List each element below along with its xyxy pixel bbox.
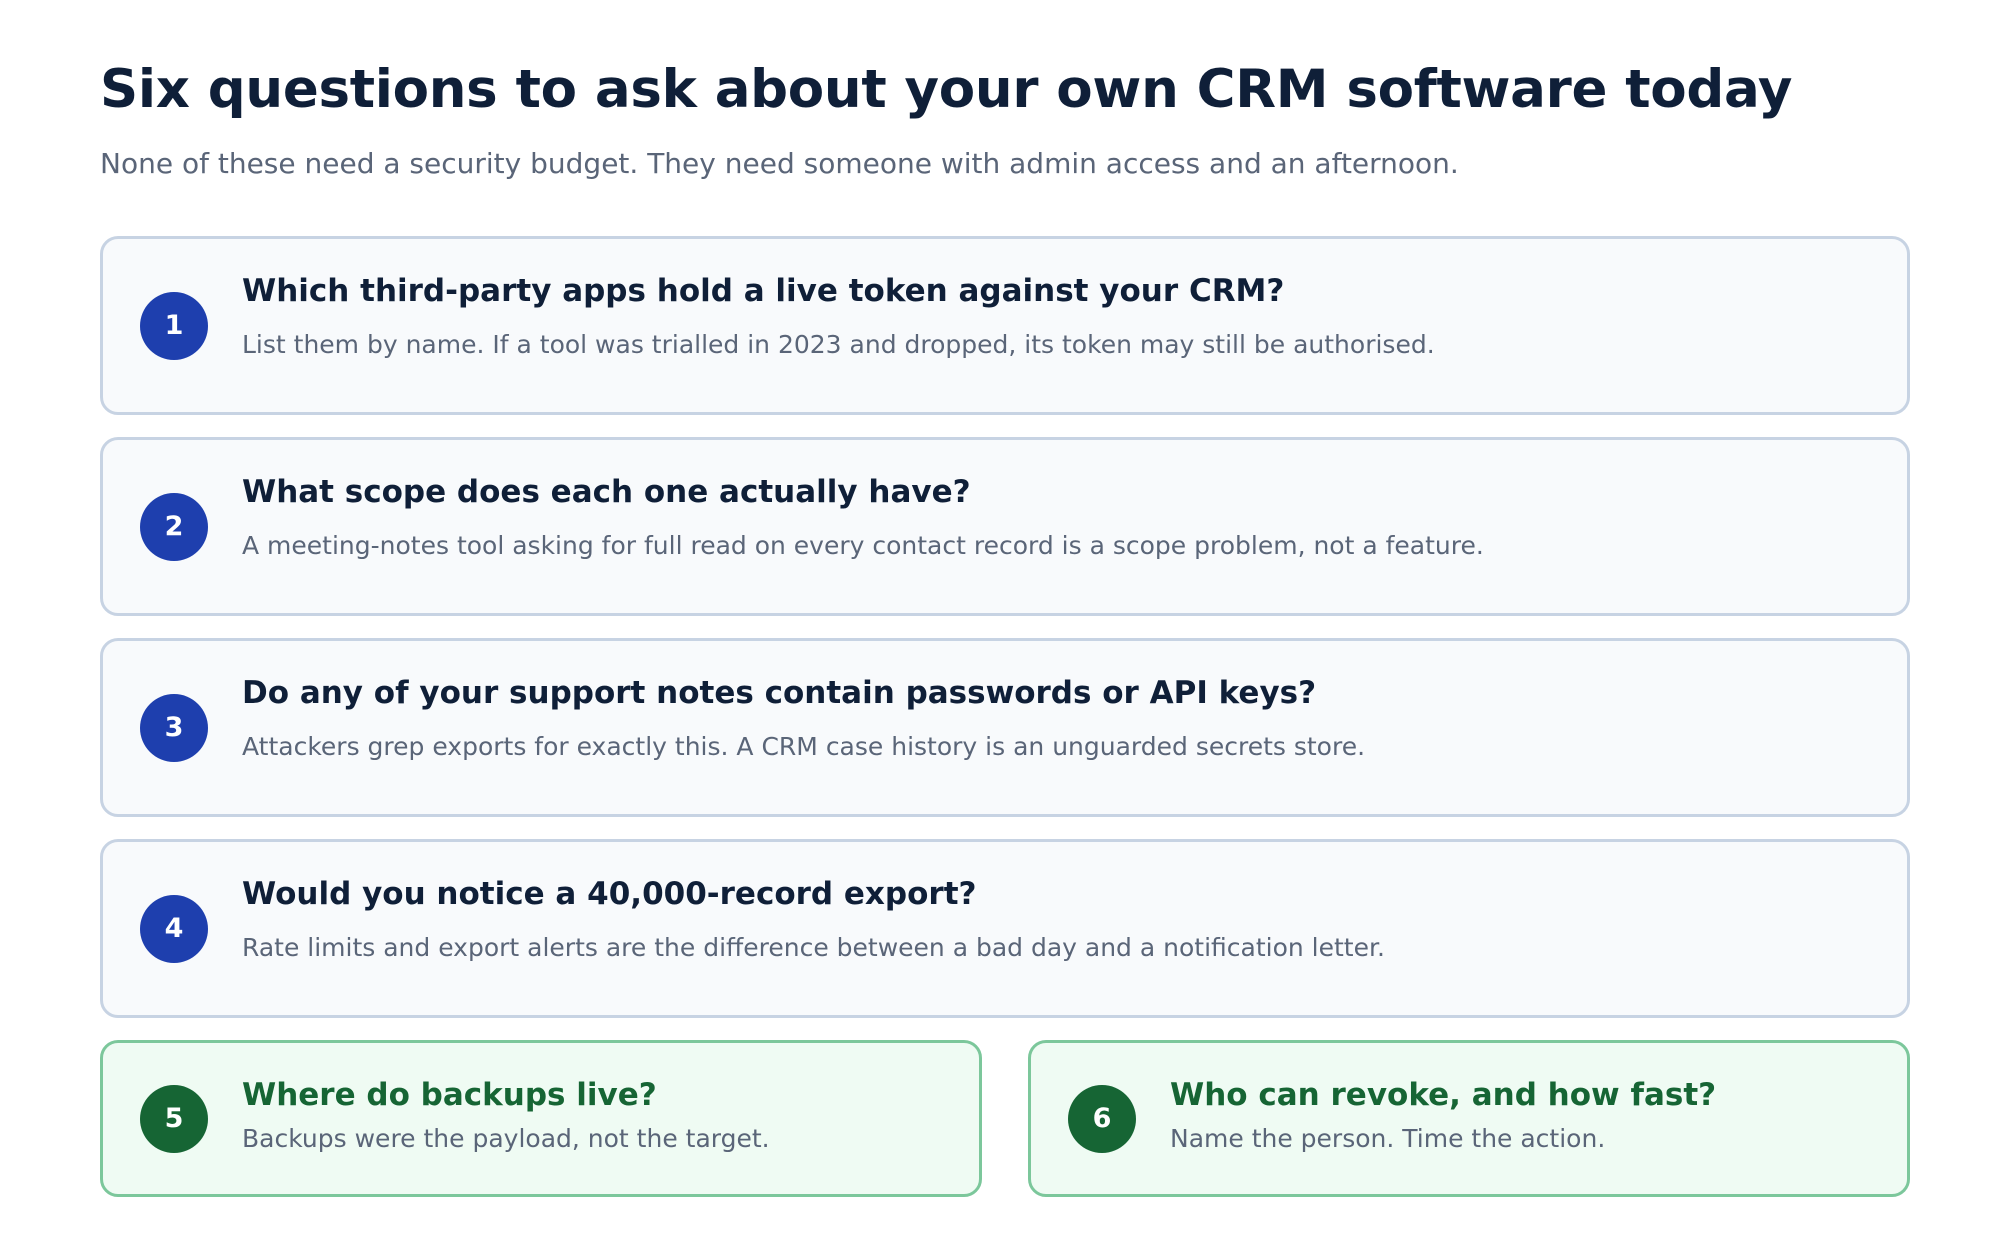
question-heading: Would you notice a 40,000-record export?	[242, 876, 977, 912]
question-card-5: 5 Where do backups live? Backups were th…	[100, 1040, 982, 1197]
question-detail: Backups were the payload, not the target…	[242, 1124, 770, 1153]
question-detail: A meeting-notes tool asking for full rea…	[242, 531, 1484, 560]
question-heading: What scope does each one actually have?	[242, 474, 971, 510]
number-badge: 1	[140, 291, 208, 360]
question-detail: List them by name. If a tool was trialle…	[242, 330, 1435, 359]
bottom-row: 5 Where do backups live? Backups were th…	[100, 1040, 1910, 1197]
question-heading: Where do backups live?	[242, 1077, 657, 1113]
question-text-block: What scope does each one actually have? …	[242, 470, 1867, 564]
page-title: Six questions to ask about your own CRM …	[100, 59, 1793, 120]
number-badge: 5	[140, 1084, 208, 1153]
page: Six questions to ask about your own CRM …	[0, 0, 2000, 1240]
question-heading: Which third-party apps hold a live token…	[242, 273, 1285, 309]
question-heading: Who can revoke, and how fast?	[1170, 1077, 1717, 1113]
question-heading: Do any of your support notes contain pas…	[242, 675, 1317, 711]
question-text-block: Who can revoke, and how fast? Name the p…	[1170, 1073, 1867, 1157]
page-subtitle: None of these need a security budget. Th…	[100, 147, 1459, 180]
number-badge: 2	[140, 492, 208, 561]
question-text-block: Which third-party apps hold a live token…	[242, 269, 1867, 363]
number-badge: 3	[140, 693, 208, 762]
number-badge: 6	[1068, 1084, 1136, 1153]
question-card-6: 6 Who can revoke, and how fast? Name the…	[1028, 1040, 1910, 1197]
question-card-4: 4 Would you notice a 40,000-record expor…	[100, 839, 1910, 1018]
question-detail: Attackers grep exports for exactly this.…	[242, 732, 1366, 761]
question-detail: Name the person. Time the action.	[1170, 1124, 1606, 1153]
number-badge: 4	[140, 894, 208, 963]
question-detail: Rate limits and export alerts are the di…	[242, 933, 1385, 962]
question-card-3: 3 Do any of your support notes contain p…	[100, 638, 1910, 817]
question-text-block: Where do backups live? Backups were the …	[242, 1073, 939, 1157]
question-text-block: Would you notice a 40,000-record export?…	[242, 872, 1867, 966]
question-card-1: 1 Which third-party apps hold a live tok…	[100, 236, 1910, 415]
question-text-block: Do any of your support notes contain pas…	[242, 671, 1867, 765]
question-card-2: 2 What scope does each one actually have…	[100, 437, 1910, 616]
question-list: 1 Which third-party apps hold a live tok…	[100, 236, 1910, 1197]
